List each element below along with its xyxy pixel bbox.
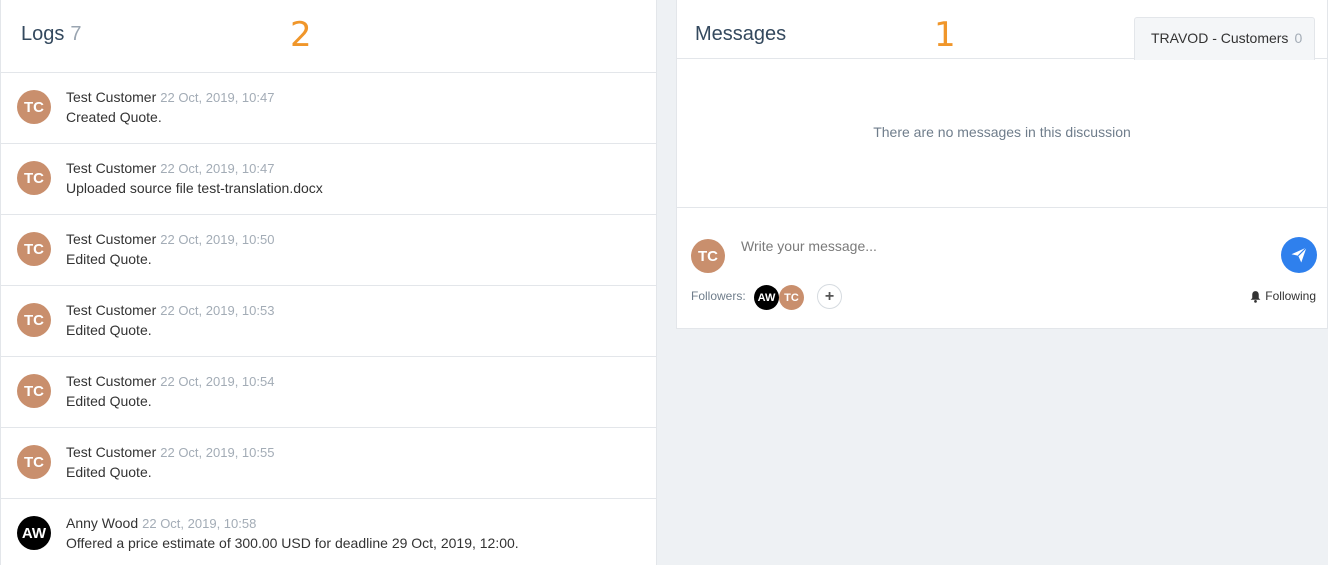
messages-marker: 1 <box>934 15 956 55</box>
add-follower-button[interactable]: + <box>817 284 842 309</box>
send-button[interactable] <box>1281 237 1317 273</box>
following-toggle[interactable]: Following <box>1249 289 1316 303</box>
log-text: Edited Quote. <box>66 464 152 480</box>
log-text: Edited Quote. <box>66 393 152 409</box>
avatar: TC <box>17 303 51 337</box>
log-date: 22 Oct, 2019, 10:50 <box>160 232 275 247</box>
log-item: TC Test Customer 22 Oct, 2019, 10:55 Edit… <box>1 428 656 499</box>
messages-title: Messages <box>695 23 787 45</box>
logs-marker: 2 <box>290 15 312 55</box>
avatar: TC <box>17 232 51 266</box>
send-icon <box>1291 247 1307 263</box>
follower-avatar[interactable]: AW <box>754 285 779 310</box>
avatar: TC <box>17 374 51 408</box>
log-item: TC Test Customer 22 Oct, 2019, 10:47 Uplo… <box>1 144 656 215</box>
log-list: TC Test Customer 22 Oct, 2019, 10:47 Crea… <box>1 73 656 565</box>
log-author: Test Customer <box>66 231 157 247</box>
log-text: Offered a price estimate of 300.00 USD f… <box>66 535 519 551</box>
log-date: 22 Oct, 2019, 10:53 <box>160 303 275 318</box>
logs-header: Logs 7 <box>1 0 656 73</box>
message-composer: TC Followers: AW TC + Following <box>677 207 1327 328</box>
follower-avatar[interactable]: TC <box>779 285 804 310</box>
log-author: Test Customer <box>66 160 157 176</box>
log-date: 22 Oct, 2019, 10:54 <box>160 374 275 389</box>
log-text: Edited Quote. <box>66 251 152 267</box>
log-item: TC Test Customer 22 Oct, 2019, 10:47 Crea… <box>1 73 656 144</box>
logs-title: Logs 7 <box>21 23 82 46</box>
tab-discussion[interactable]: TRAVOD - Customers 0 <box>1134 17 1315 60</box>
log-item: TC Test Customer 22 Oct, 2019, 10:50 Edit… <box>1 215 656 286</box>
logs-panel: Logs 7 TC Test Customer 22 Oct, 2019, 10:4… <box>0 0 657 565</box>
log-date: 22 Oct, 2019, 10:55 <box>160 445 275 460</box>
log-author: Test Customer <box>66 444 157 460</box>
log-date: 22 Oct, 2019, 10:47 <box>160 90 275 105</box>
messages-panel: Messages TRAVOD - Customers 0 There are n… <box>676 0 1328 329</box>
following-label: Following <box>1265 289 1316 303</box>
log-author: Test Customer <box>66 373 157 389</box>
tab-discussion-count: 0 <box>1294 30 1303 46</box>
tab-discussion-label: TRAVOD - Customers <box>1151 30 1289 46</box>
avatar: TC <box>17 161 51 195</box>
avatar: AW <box>17 516 51 550</box>
plus-icon: + <box>824 287 835 305</box>
logs-title-text: Logs <box>21 23 65 45</box>
log-text: Uploaded source file test-translation.do… <box>66 180 323 196</box>
avatar: TC <box>17 90 51 124</box>
avatar: TC <box>691 239 725 273</box>
avatar: TC <box>17 445 51 479</box>
log-author: Anny Wood <box>66 515 139 531</box>
log-text: Edited Quote. <box>66 322 152 338</box>
messages-header: Messages TRAVOD - Customers 0 <box>677 0 1327 60</box>
log-item: TC Test Customer 22 Oct, 2019, 10:53 Edit… <box>1 286 656 357</box>
log-author: Test Customer <box>66 89 157 105</box>
log-item: AW Anny Wood 22 Oct, 2019, 10:58 Offered … <box>1 499 656 565</box>
empty-state-text: There are no messages in this discussion <box>873 124 1131 140</box>
logs-count: 7 <box>70 23 82 45</box>
message-input[interactable] <box>741 234 1261 258</box>
log-item: TC Test Customer 22 Oct, 2019, 10:54 Edit… <box>1 357 656 428</box>
log-author: Test Customer <box>66 302 157 318</box>
followers-label: Followers: <box>691 289 746 303</box>
log-date: 22 Oct, 2019, 10:58 <box>142 516 257 531</box>
log-text: Created Quote. <box>66 109 162 125</box>
log-date: 22 Oct, 2019, 10:47 <box>160 161 275 176</box>
bell-icon <box>1250 290 1261 303</box>
